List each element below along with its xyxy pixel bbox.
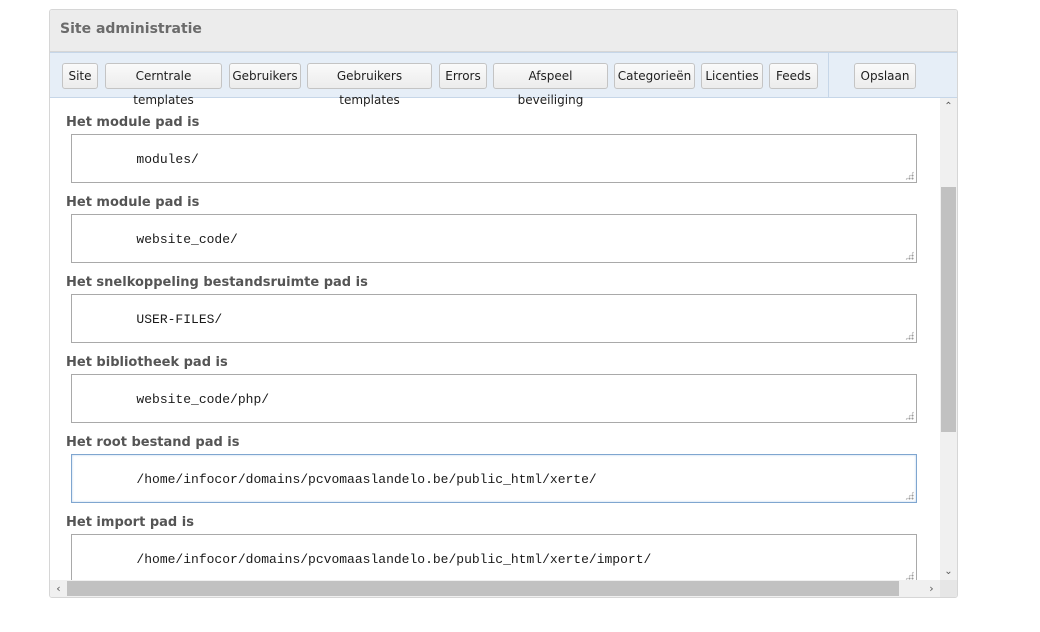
- field-value: /home/infocor/domains/pcvomaaslandelo.be…: [136, 472, 597, 487]
- library-path-textarea[interactable]: website_code/php/: [71, 374, 917, 423]
- field-value: USER-FILES/: [136, 312, 223, 327]
- field-label: Het module pad is: [66, 195, 200, 210]
- vertical-scrollbar[interactable]: ⌃ ⌄: [940, 98, 957, 580]
- tab-users[interactable]: Gebruikers: [229, 63, 301, 89]
- chevron-left-icon[interactable]: ‹: [50, 580, 67, 597]
- field-label: Het import pad is: [66, 515, 194, 530]
- panel-header: Site administratie: [50, 10, 957, 52]
- tab-categories[interactable]: Categorieën: [614, 63, 695, 89]
- field-library-path: Het bibliotheek pad is website_code/php/: [66, 354, 918, 423]
- resize-grip-icon[interactable]: [905, 411, 914, 420]
- field-value: website_code/php/: [136, 392, 270, 407]
- toolbar-divider: [828, 53, 829, 98]
- tab-playback-security[interactable]: Afspeel beveiliging: [493, 63, 608, 107]
- resize-grip-icon[interactable]: [905, 171, 914, 180]
- field-label: Het root bestand pad is: [66, 435, 240, 450]
- tab-feeds[interactable]: Feeds: [769, 63, 818, 89]
- website-code-path-textarea[interactable]: website_code/: [71, 214, 917, 263]
- admin-tab-bar: Site Cerntrale templates Gebruikers Gebr…: [50, 52, 957, 107]
- module-path-textarea[interactable]: modules/: [71, 134, 917, 183]
- field-value: website_code/: [136, 232, 238, 247]
- vertical-scroll-thumb[interactable]: [941, 187, 956, 432]
- field-value: /home/infocor/domains/pcvomaaslandelo.be…: [136, 552, 652, 567]
- resize-grip-icon[interactable]: [905, 251, 914, 260]
- root-path-textarea[interactable]: /home/infocor/domains/pcvomaaslandelo.be…: [71, 454, 917, 503]
- horizontal-scroll-thumb[interactable]: [67, 581, 899, 596]
- tab-user-templates[interactable]: Gebruikers templates: [307, 63, 432, 107]
- scrollbar-corner: [940, 580, 957, 597]
- tab-errors[interactable]: Errors: [439, 63, 487, 89]
- field-module-path-2: Het module pad is website_code/: [66, 194, 918, 263]
- field-value: modules/: [136, 152, 199, 167]
- chevron-down-icon[interactable]: ⌄: [940, 563, 957, 580]
- field-label: Het module pad is: [66, 115, 200, 130]
- chevron-up-icon[interactable]: ⌃: [940, 98, 957, 115]
- tab-central-templates[interactable]: Cerntrale templates: [105, 63, 222, 107]
- resize-grip-icon[interactable]: [905, 571, 914, 580]
- import-path-textarea[interactable]: /home/infocor/domains/pcvomaaslandelo.be…: [71, 534, 917, 580]
- field-label: Het snelkoppeling bestandsruimte pad is: [66, 275, 368, 290]
- chevron-right-icon[interactable]: ›: [923, 580, 940, 597]
- user-files-path-textarea[interactable]: USER-FILES/: [71, 294, 917, 343]
- tab-licenses[interactable]: Licenties: [701, 63, 763, 89]
- panel-title: Site administratie: [60, 21, 202, 37]
- horizontal-scrollbar[interactable]: ‹ ›: [50, 580, 940, 597]
- resize-grip-icon[interactable]: [905, 331, 914, 340]
- settings-content: Het module pad is modules/ Het module pa…: [50, 98, 940, 580]
- field-root-file-path: Het root bestand pad is /home/infocor/do…: [66, 434, 918, 503]
- save-button[interactable]: Opslaan: [854, 63, 916, 89]
- field-label: Het bibliotheek pad is: [66, 355, 228, 370]
- tab-site[interactable]: Site: [62, 63, 98, 89]
- field-import-path: Het import pad is /home/infocor/domains/…: [66, 514, 918, 580]
- site-admin-panel: Site administratie Site Cerntrale templa…: [49, 9, 958, 598]
- field-module-path: Het module pad is modules/: [66, 114, 918, 183]
- field-shortcut-filespace-path: Het snelkoppeling bestandsruimte pad is …: [66, 274, 918, 343]
- resize-grip-icon[interactable]: [905, 491, 914, 500]
